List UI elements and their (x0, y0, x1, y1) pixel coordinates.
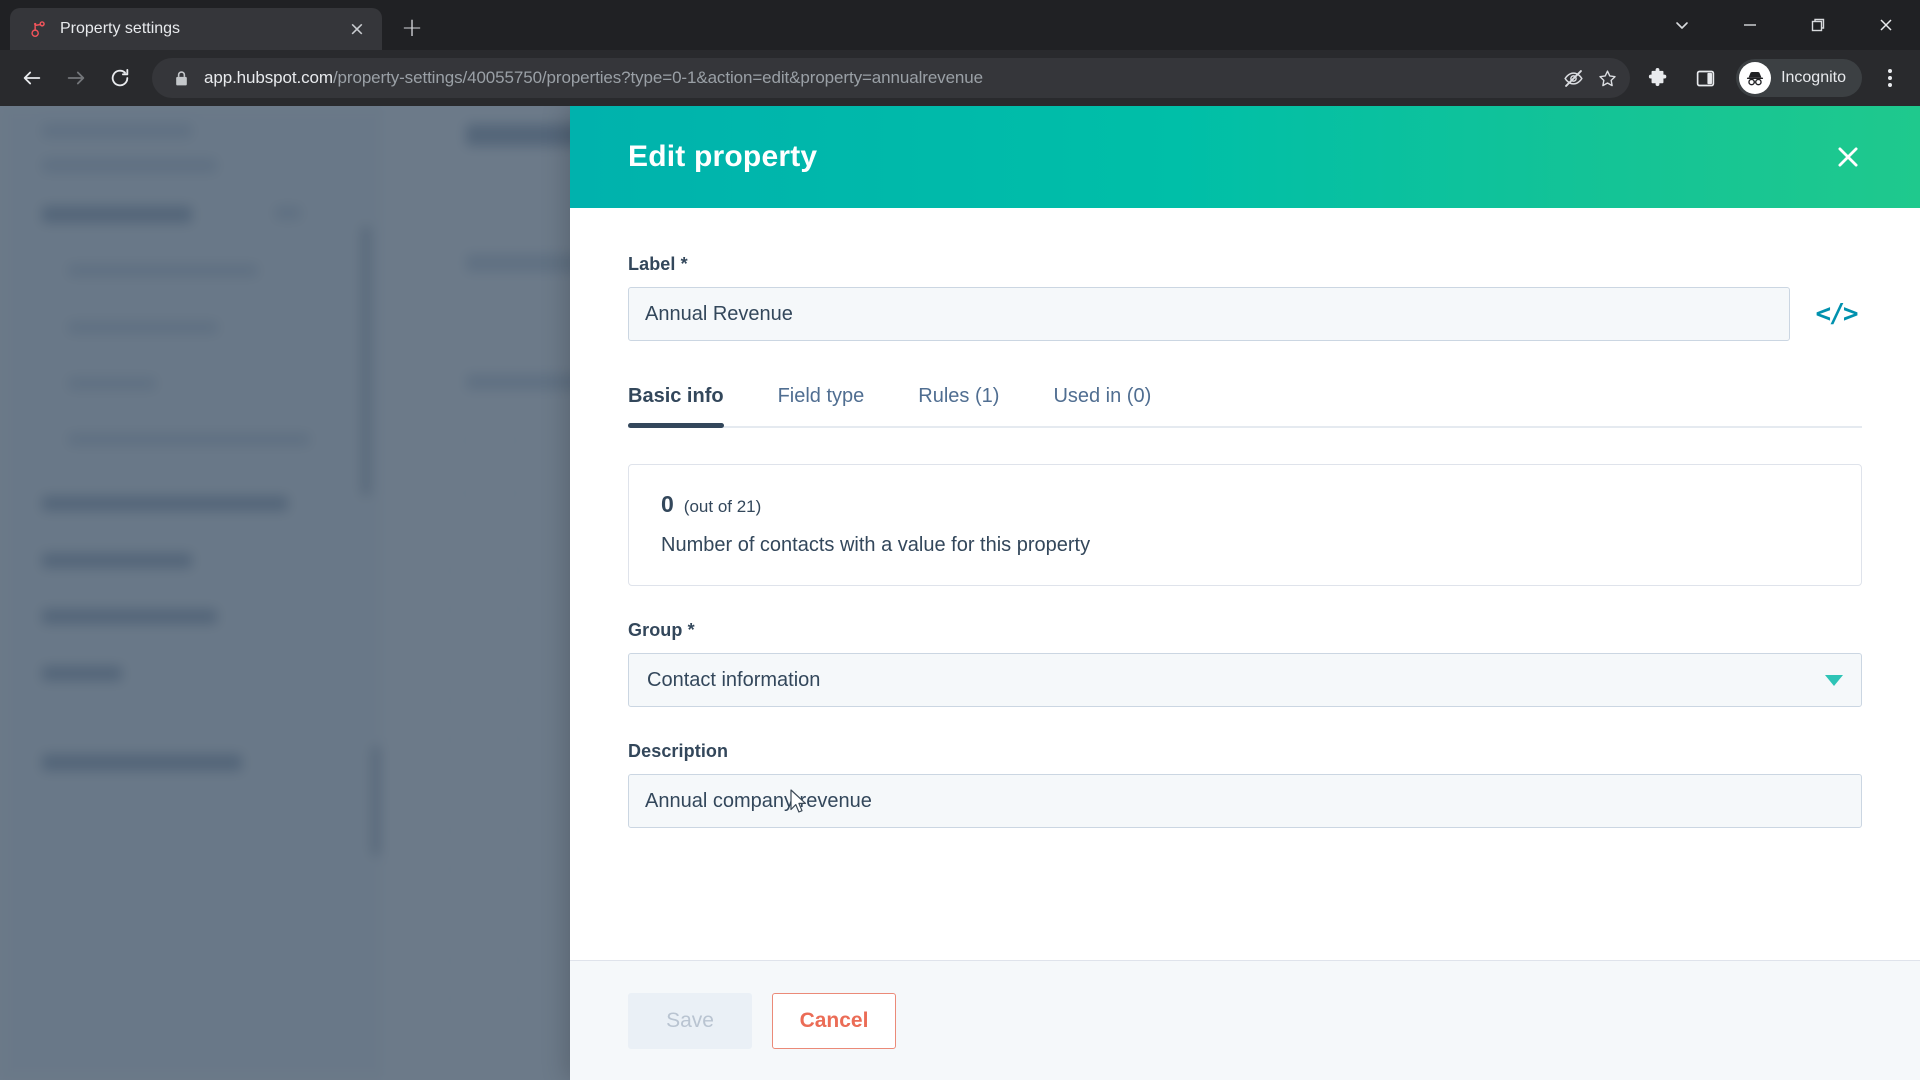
kebab-dot (1888, 76, 1892, 80)
edit-property-modal: Edit property Label * Annual Revenue </>… (570, 106, 1920, 1080)
window-close-icon[interactable] (1852, 0, 1920, 50)
minimize-icon[interactable] (1716, 0, 1784, 50)
modal-body: Label * Annual Revenue </> Basic info Fi… (570, 208, 1920, 960)
cancel-button[interactable]: Cancel (772, 992, 896, 1049)
url-path: /property-settings/40055750/properties?t… (332, 68, 983, 87)
tab-field-type[interactable]: Field type (778, 375, 865, 426)
group-field-label: Group * (628, 620, 695, 640)
usage-count: 0 (661, 491, 674, 517)
browser-window: Property settings × + app.hubspot.com/pr… (0, 0, 1920, 1080)
close-icon[interactable] (1828, 137, 1868, 177)
modal-header: Edit property (570, 106, 1920, 208)
window-controls (1648, 0, 1920, 50)
label-field-group: Label * Annual Revenue </> (628, 254, 1862, 341)
new-tab-button[interactable]: + (392, 8, 432, 48)
tab-title: Property settings (60, 20, 181, 37)
profile-incognito-button[interactable]: Incognito (1736, 59, 1862, 97)
browser-menu-button[interactable] (1870, 58, 1910, 98)
usage-description: Number of contacts with a value for this… (661, 534, 1091, 556)
tab-close-icon[interactable]: × (344, 16, 370, 42)
hubspot-sprocket-icon (28, 19, 48, 39)
chevron-down-icon (1825, 674, 1843, 686)
back-button[interactable] (12, 58, 52, 98)
reload-button[interactable] (100, 58, 140, 98)
kebab-dot (1888, 69, 1892, 73)
label-field-label: Label * (628, 254, 688, 274)
page-viewport: Edit property Label * Annual Revenue </>… (0, 106, 1920, 1080)
group-select-value: Contact information (647, 668, 821, 691)
extensions-puzzle-icon[interactable] (1636, 57, 1678, 99)
url-host: app.hubspot.com (204, 68, 333, 87)
save-button[interactable]: Save (628, 992, 752, 1049)
modal-title: Edit property (628, 140, 818, 173)
url-text: app.hubspot.com/property-settings/400557… (204, 68, 1556, 88)
label-input[interactable]: Annual Revenue (628, 287, 1790, 341)
tab-search-chevron-icon[interactable] (1648, 0, 1716, 50)
eye-off-icon[interactable] (1556, 61, 1590, 95)
browser-toolbar: app.hubspot.com/property-settings/400557… (0, 50, 1920, 106)
group-select[interactable]: Contact information (628, 653, 1862, 707)
tab-strip: Property settings × + (0, 0, 1920, 50)
bookmark-star-icon[interactable] (1590, 61, 1624, 95)
address-bar[interactable]: app.hubspot.com/property-settings/400557… (152, 58, 1631, 98)
restore-icon[interactable] (1784, 0, 1852, 50)
description-field-group: Description Annual company revenue (628, 741, 1862, 828)
browser-tab[interactable]: Property settings × (10, 8, 382, 50)
tab-used-in[interactable]: Used in (0) (1053, 375, 1151, 426)
forward-button (56, 58, 96, 98)
incognito-hat-icon (1739, 62, 1772, 94)
modal-tabs: Basic info Field type Rules (1) Used in … (628, 375, 1862, 428)
lock-icon (170, 67, 192, 89)
tab-rules[interactable]: Rules (1) (918, 375, 999, 426)
usage-info-card: 0 (out of 21) Number of contacts with a … (628, 464, 1862, 586)
group-field-group: Group * Contact information (628, 620, 1862, 707)
modal-footer: Save Cancel (570, 960, 1920, 1080)
side-panel-icon[interactable] (1684, 57, 1726, 99)
kebab-dot (1888, 83, 1892, 87)
description-input[interactable]: Annual company revenue (628, 774, 1862, 828)
code-snippet-icon[interactable]: </> (1810, 287, 1862, 341)
profile-label: Incognito (1781, 69, 1846, 86)
description-field-label: Description (628, 741, 729, 761)
usage-total: (out of 21) (683, 497, 762, 516)
tab-basic-info[interactable]: Basic info (628, 375, 724, 428)
